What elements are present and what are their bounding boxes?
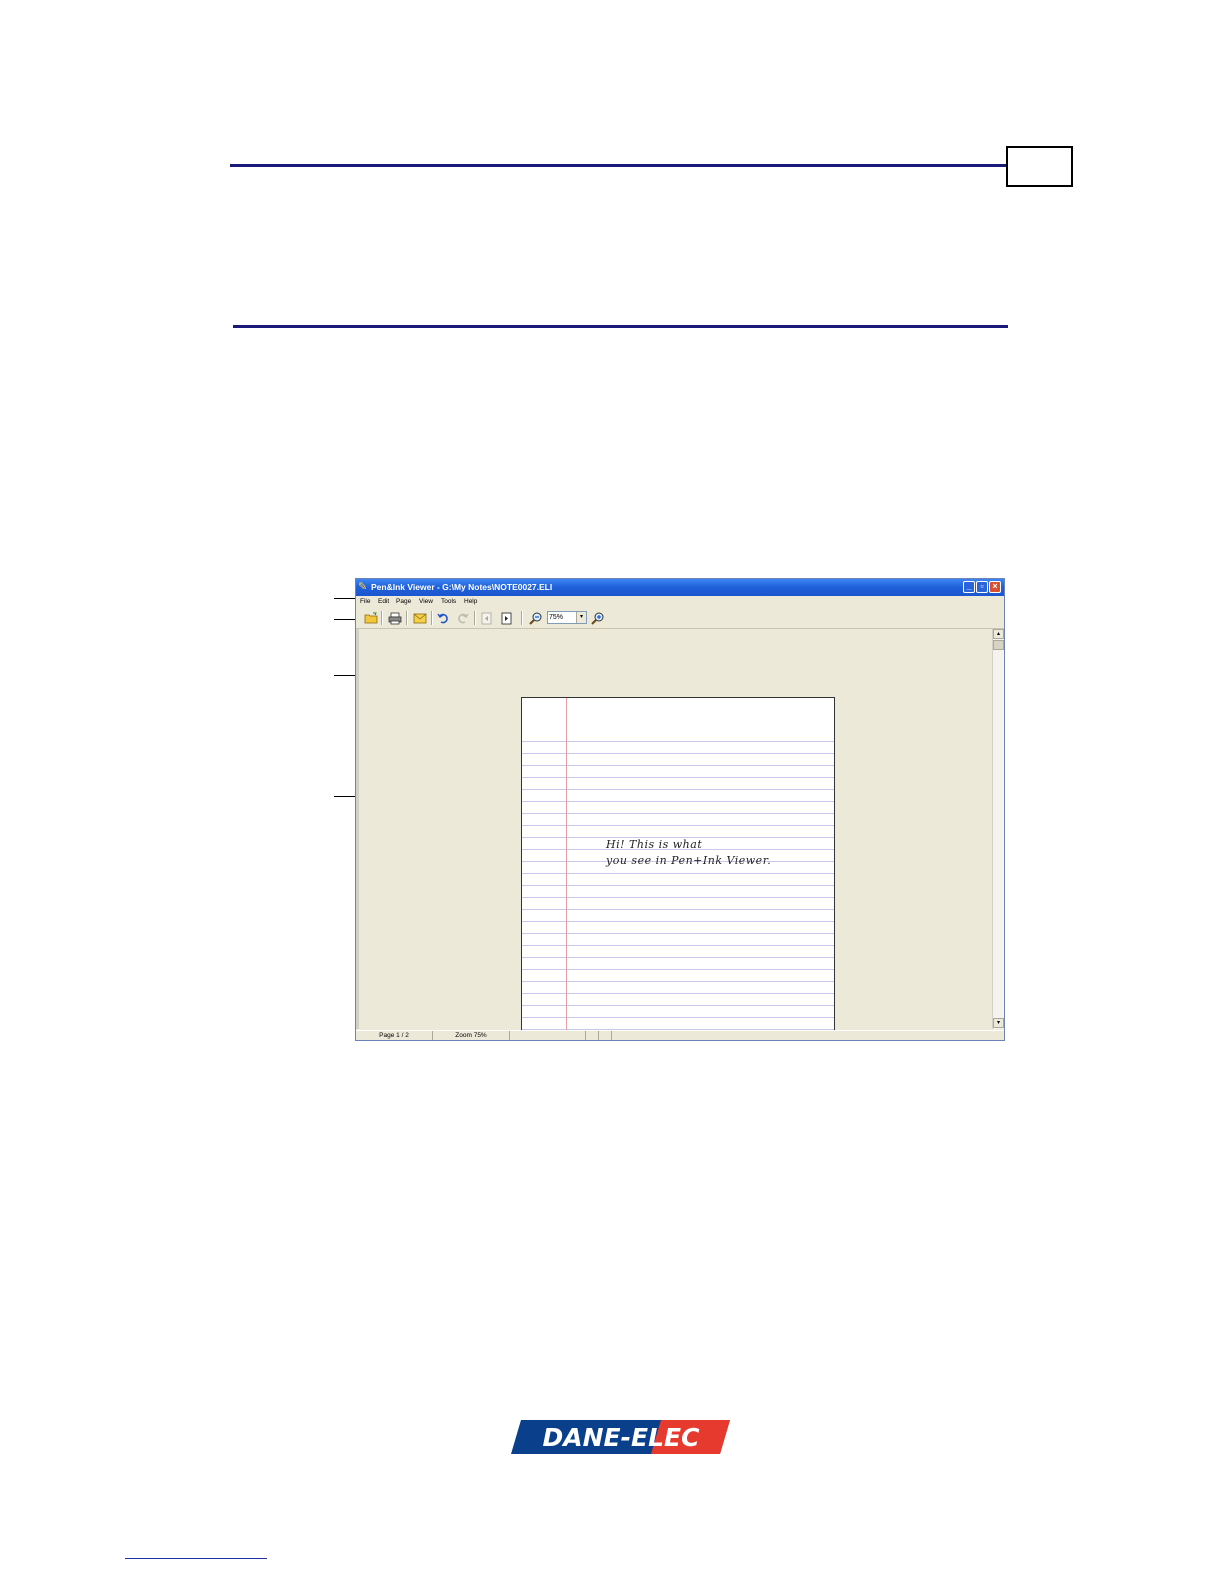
maximize-button[interactable]: ▫ [976,581,988,593]
previous-page-icon[interactable] [478,610,495,626]
menu-file[interactable]: File [360,597,370,607]
footer-link-underline[interactable] [125,1558,267,1559]
status-page: Page 1 / 2 [356,1031,433,1040]
vertical-scrollbar[interactable]: ▴ ▾ [992,629,1004,1029]
zoom-level-value: 75% [549,614,564,621]
redo-icon[interactable] [454,610,471,626]
handwritten-note: Hi! This is what you see in Pen+Ink View… [606,837,826,869]
pen-app-icon: ✎ [358,581,368,593]
document-workarea[interactable]: Hi! This is what you see in Pen+Ink View… [356,629,995,1040]
handwritten-note-line-1: Hi! This is what [606,838,703,851]
status-zoom: Zoom 75% [433,1031,510,1040]
next-page-icon[interactable] [498,610,515,626]
window-title: Pen&Ink Viewer - G:\My Notes\NOTE0027.EL… [371,582,553,592]
pen-ink-viewer-window: ✎ Pen&Ink Viewer - G:\My Notes\NOTE0027.… [355,578,1005,1041]
toolbar: 75% ▾ [356,608,1004,629]
minimize-button[interactable]: _ [963,581,975,593]
dane-elec-logo: DANE-ELEC [511,1420,730,1454]
menu-help[interactable]: Help [464,597,477,607]
scroll-down-arrow-icon[interactable]: ▾ [993,1018,1004,1028]
chevron-down-icon[interactable]: ▾ [576,612,586,623]
toolbar-separator [381,611,383,625]
open-folder-icon[interactable] [362,610,379,626]
toolbar-separator [431,611,433,625]
menu-bar: File Edit Page View Tools Help [356,597,1004,607]
scroll-up-arrow-icon[interactable]: ▴ [993,629,1004,639]
page-number-box [1006,146,1073,187]
status-bar: Page 1 / 2 Zoom 75% [356,1030,1004,1040]
note-page[interactable]: Hi! This is what you see in Pen+Ink View… [521,697,835,1040]
status-panel-empty [586,1031,599,1040]
header-rule-top [230,164,1006,167]
zoom-out-icon[interactable] [527,610,544,626]
handwritten-note-line-2: you see in Pen+Ink Viewer. [606,854,772,867]
print-icon[interactable] [386,610,403,626]
menu-tools[interactable]: Tools [441,597,456,607]
email-icon[interactable] [411,610,428,626]
toolbar-separator [521,611,523,625]
scroll-thumb[interactable] [993,640,1004,650]
header-rule-bottom [233,325,1008,328]
close-button[interactable]: × [989,581,1001,593]
note-page-margin-line [566,698,567,1040]
note-page-header [522,698,834,736]
zoom-in-icon[interactable] [589,610,606,626]
menu-view[interactable]: View [419,597,433,607]
menu-edit[interactable]: Edit [378,597,389,607]
title-bar: ✎ Pen&Ink Viewer - G:\My Notes\NOTE0027.… [356,579,1004,596]
undo-icon[interactable] [434,610,451,626]
status-panel-empty [599,1031,612,1040]
status-panel-empty [510,1031,586,1040]
toolbar-separator [474,611,476,625]
zoom-level-select[interactable]: 75% ▾ [547,611,587,624]
toolbar-separator [406,611,408,625]
menu-page[interactable]: Page [396,597,411,607]
logo-text: DANE-ELEC [543,1423,701,1452]
